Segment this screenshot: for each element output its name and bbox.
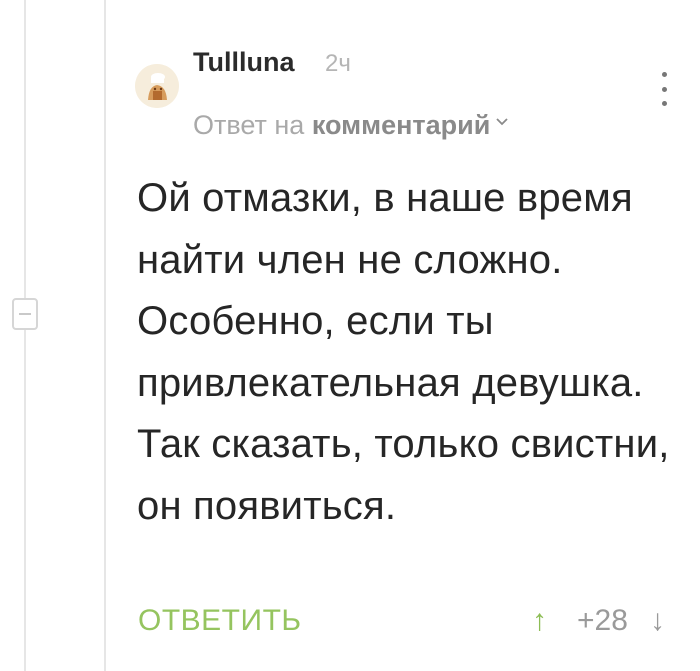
avatar[interactable] [135, 64, 179, 108]
comment-time: 2ч [325, 50, 351, 77]
chevron-down-icon[interactable] [496, 98, 508, 136]
comment-body: Ой отмазки, в наше время найти член не с… [137, 176, 670, 528]
reply-button[interactable]: ОТВЕТИТЬ [138, 601, 302, 641]
collapse-thread-button[interactable] [12, 298, 38, 330]
parent-comment-link[interactable]: комментарий [312, 110, 491, 140]
thread-line-inner [104, 0, 106, 671]
username[interactable]: Tullluna [193, 44, 295, 80]
collapse-minus-icon [19, 313, 31, 315]
vote-down-button[interactable]: ↓ [650, 600, 665, 642]
thread-line-outer [24, 0, 26, 671]
more-vertical-icon-dot [661, 86, 667, 92]
more-options-button[interactable] [652, 72, 676, 106]
reply-to-line: Ответ на комментарий [193, 98, 508, 144]
avatar-image [135, 64, 179, 108]
rating-count: +28 [577, 604, 628, 637]
more-vertical-icon-dot [661, 101, 667, 106]
reply-prefix: Ответ на [193, 110, 305, 140]
vote-up-button[interactable]: ↑ [532, 600, 547, 642]
more-vertical-icon [661, 72, 667, 77]
